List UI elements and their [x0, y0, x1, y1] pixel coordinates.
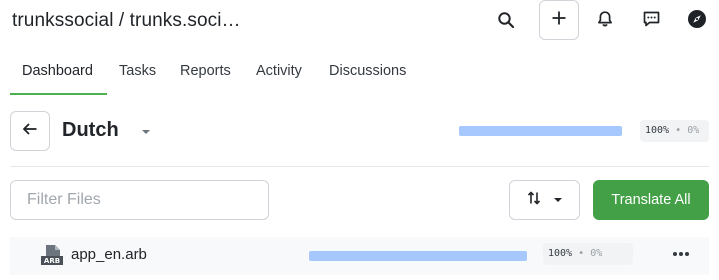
bell-icon[interactable] [589, 3, 621, 35]
translate-all-button[interactable]: Translate All [593, 180, 709, 220]
language-progress-label: 100% • 0% [640, 120, 709, 142]
divider [10, 166, 709, 167]
search-icon[interactable] [490, 4, 522, 36]
arrow-left-icon [22, 121, 38, 142]
message-icon[interactable] [635, 3, 667, 35]
progress-percent: 100% [548, 248, 573, 259]
progress-percent: 100% [645, 125, 670, 136]
compass-icon[interactable] [681, 3, 713, 35]
caret-down-icon [553, 191, 563, 209]
file-progress-label: 100% • 0% [543, 243, 633, 265]
language-progress-bar [459, 126, 622, 136]
file-progress-bar [309, 251, 527, 261]
tab-reports[interactable]: Reports [180, 50, 231, 94]
plus-icon [551, 10, 567, 31]
tab-discussions[interactable]: Discussions [329, 50, 406, 94]
progress-separator: • [578, 248, 585, 259]
file-name[interactable]: app_en.arb [71, 246, 147, 263]
tab-bar: Dashboard Tasks Reports Activity Discuss… [0, 50, 719, 96]
arb-file-icon: ARB [40, 244, 64, 271]
add-button[interactable] [539, 0, 579, 40]
sort-button[interactable] [509, 180, 580, 220]
progress-separator: • [675, 125, 682, 136]
tab-activity[interactable]: Activity [256, 50, 302, 94]
tab-dashboard[interactable]: Dashboard [22, 50, 93, 94]
active-tab-indicator [10, 93, 107, 95]
project-title: trunkssocial / trunks.soci… [12, 10, 241, 31]
progress-secondary: 0% [590, 248, 603, 259]
sort-icon [527, 190, 541, 211]
more-options-icon[interactable] [669, 244, 693, 264]
filter-files-input[interactable] [10, 180, 269, 220]
language-name: Dutch [62, 119, 119, 141]
progress-secondary: 0% [687, 125, 700, 136]
file-badge: ARB [44, 257, 60, 265]
back-button[interactable] [10, 111, 50, 151]
caret-down-icon[interactable] [140, 124, 152, 142]
tab-tasks[interactable]: Tasks [119, 50, 156, 94]
